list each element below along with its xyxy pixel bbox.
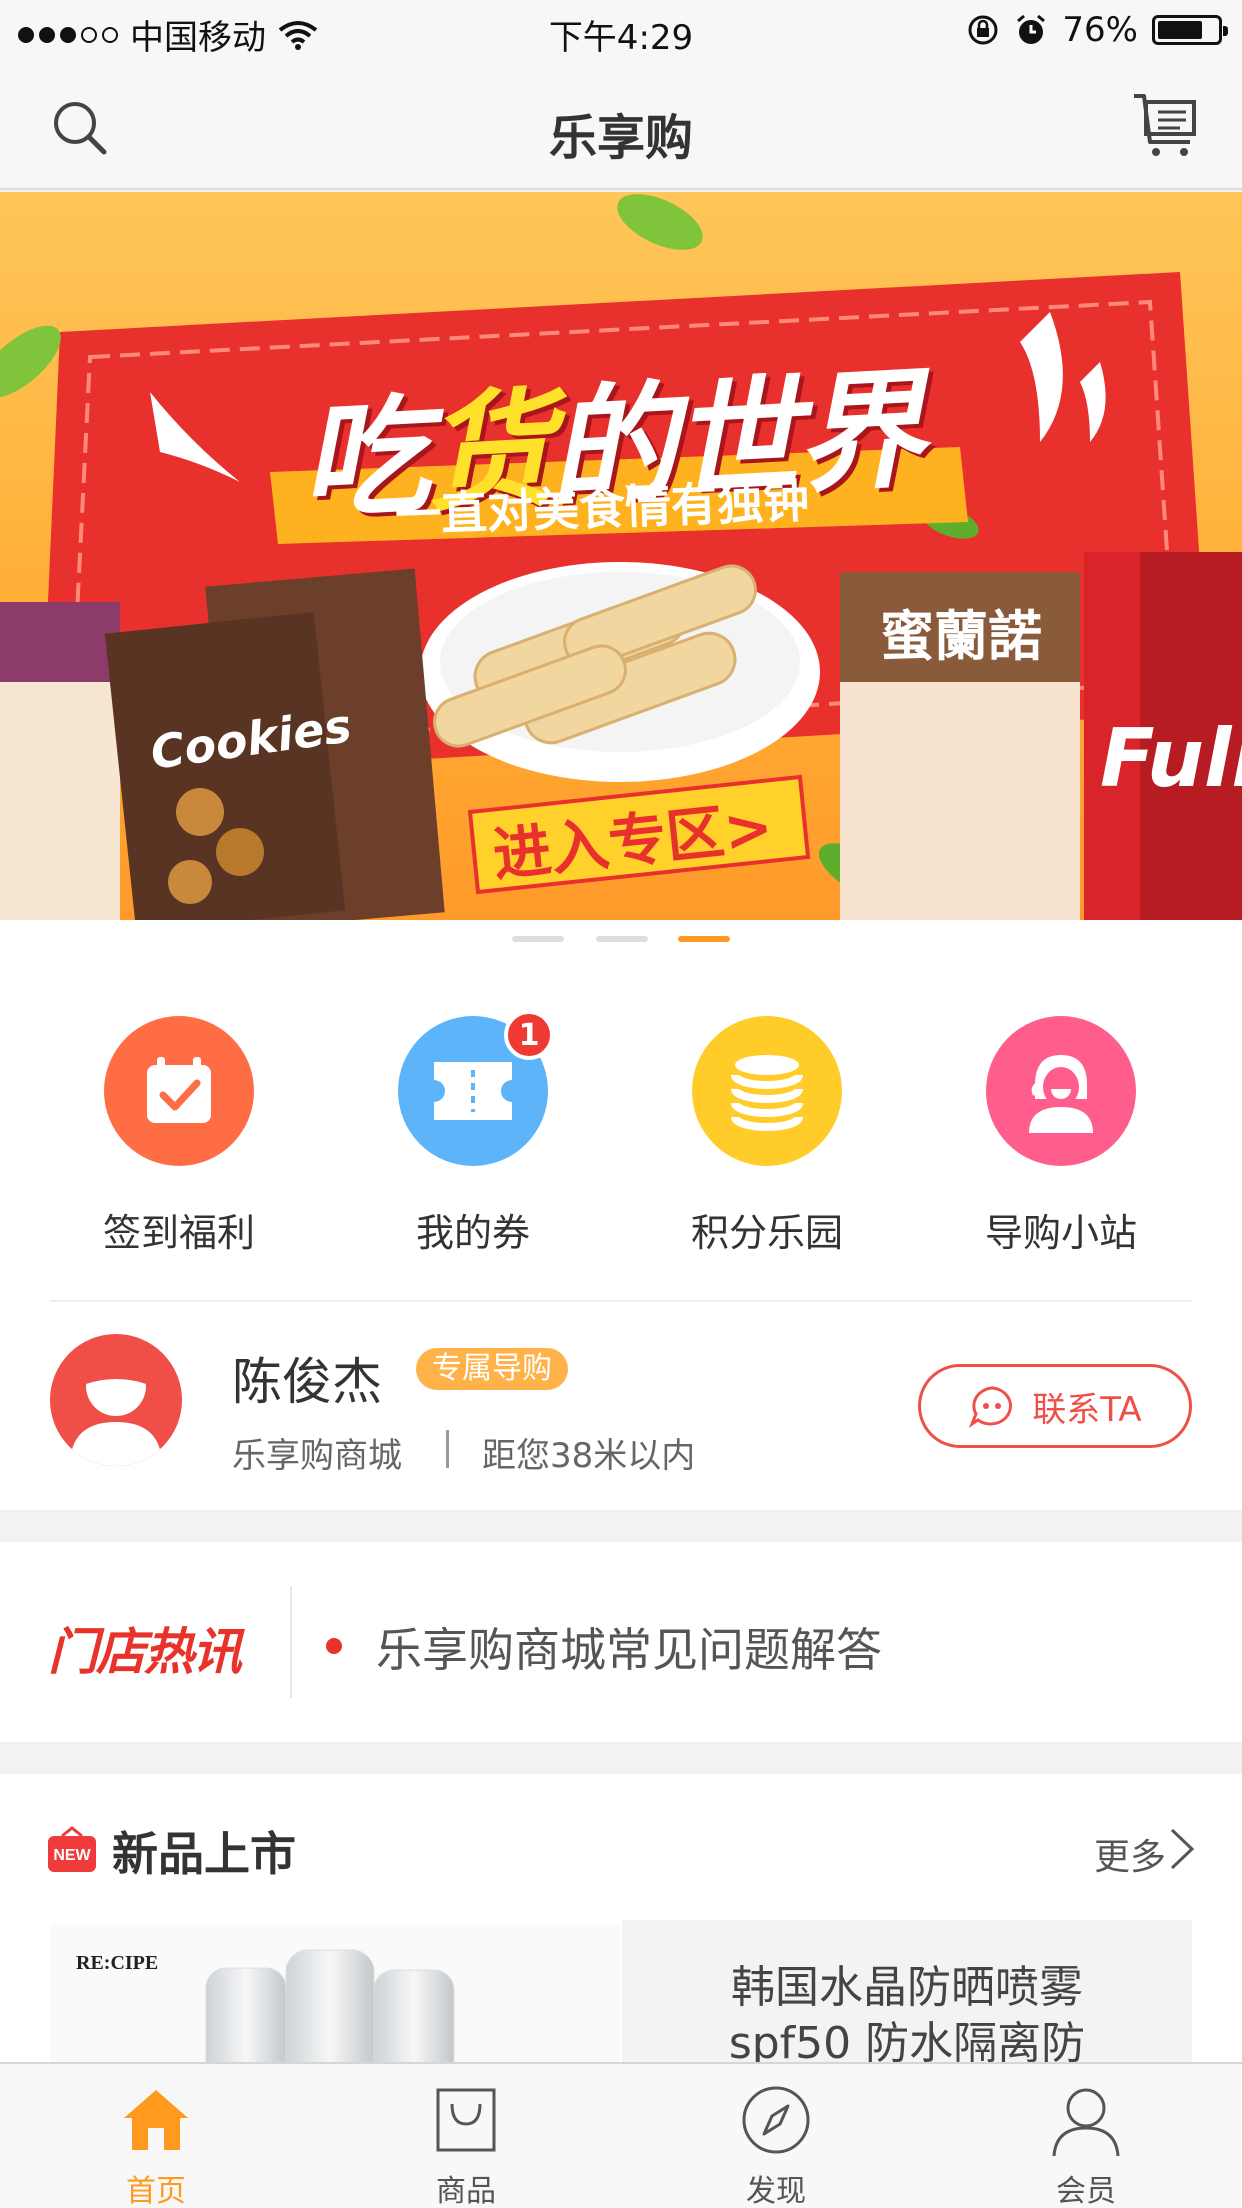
menu-guide-station[interactable]: 导购小站: [946, 1016, 1176, 1257]
avatar-person-icon: [70, 1354, 162, 1466]
page-title: 乐享购: [548, 110, 693, 166]
user-icon: [1052, 2088, 1120, 2157]
guide-distance: 距您38米以内: [482, 1436, 696, 1476]
status-bar: 中国移动 下午4:29 76%: [0, 0, 1242, 62]
tab-bar: 首页 商品 发现 会员: [0, 2062, 1242, 2208]
tab-products-label: 商品: [436, 2174, 496, 2208]
rotation-lock-icon: [968, 15, 998, 45]
guide-store: 乐享购商城: [232, 1436, 402, 1476]
promo-banner[interactable]: 吃货的世界 一直对美食情有独钟 进入专区> 蜜蘭諾 Cookies Full: [0, 192, 1242, 920]
tab-home-label: 首页: [126, 2174, 186, 2208]
cart-icon[interactable]: [1130, 90, 1200, 160]
battery-icon: [1152, 15, 1228, 45]
news-headline[interactable]: 乐享购商城常见问题解答: [376, 1614, 882, 1680]
menu-checkin-label: 签到福利: [102, 1211, 255, 1255]
bag-icon: [436, 2088, 496, 2152]
menu-guide-label: 导购小站: [984, 1211, 1137, 1255]
banner-brand-label-1: 蜜蘭諾: [880, 605, 1042, 668]
store-news-bar[interactable]: 门店热讯 乐享购商城常见问题解答: [0, 1542, 1242, 1742]
carousel-dot-2[interactable]: [596, 936, 648, 942]
new-products-title: 新品上市: [112, 1827, 296, 1881]
home-icon: [124, 2090, 188, 2150]
menu-checkin-circle: [104, 1016, 254, 1166]
tab-discover-label: 发现: [746, 2174, 806, 2208]
coupon-count-badge: 1: [504, 1010, 554, 1060]
menu-my-coupons[interactable]: 1 我的券: [358, 1010, 588, 1257]
tab-discover[interactable]: 发现: [686, 2082, 866, 2208]
guide-info-separator: [446, 1430, 449, 1468]
banner-brand-label-3: Full: [1100, 712, 1242, 805]
guide-exclusive-tag: 专属导购: [416, 1348, 568, 1390]
menu-points-circle: [692, 1016, 842, 1166]
menu-guide-circle: [986, 1016, 1136, 1166]
menu-points-park[interactable]: 积分乐园: [652, 1016, 882, 1257]
news-separator: [290, 1586, 292, 1698]
guide-name: 陈俊杰: [232, 1353, 382, 1411]
chevron-right-icon[interactable]: [1164, 1826, 1198, 1872]
carousel-indicator: [0, 936, 1242, 946]
news-bullet: [326, 1638, 342, 1654]
tab-member[interactable]: 会员: [996, 2082, 1176, 2208]
ticket-icon: [434, 1062, 512, 1120]
menu-coupons-label: 我的券: [415, 1211, 530, 1255]
app-screen: 中国移动 下午4:29 76% 乐享购 吃货的世界 一直对美食情有独钟 进入专区…: [0, 0, 1242, 2208]
tab-products[interactable]: 商品: [376, 2082, 556, 2208]
menu-coupons-circle: 1: [398, 1010, 554, 1166]
product-brand: RE:CIPE: [76, 1952, 159, 1974]
status-right: 76%: [966, 10, 1228, 50]
calendar-check-icon: [147, 1057, 211, 1123]
section-divider: [50, 1300, 1192, 1302]
product-name: 韩国水晶防晒喷雾 spf50 防水隔离防: [662, 1960, 1152, 2072]
battery-fill: [1158, 21, 1203, 39]
guide-girl-icon: [1029, 1055, 1093, 1133]
contact-guide-button[interactable]: 联系TA: [918, 1364, 1192, 1448]
compass-icon: [742, 2086, 810, 2154]
carousel-dot-3[interactable]: [678, 936, 730, 942]
more-link[interactable]: 更多: [1094, 1828, 1166, 1880]
carousel-dot-1[interactable]: [512, 936, 564, 942]
chat-bubble-icon: [969, 1386, 1013, 1428]
navigation-bar: 乐享购: [0, 62, 1242, 190]
coins-icon: [731, 1055, 803, 1131]
guide-avatar[interactable]: [50, 1334, 182, 1466]
product-name-line1: 韩国水晶防晒喷雾: [731, 1962, 1083, 2013]
menu-points-label: 积分乐园: [690, 1211, 843, 1255]
new-tag-icon: NEW: [48, 1826, 96, 1872]
store-news-logo: 门店热讯: [48, 1623, 242, 1681]
contact-guide-label: 联系TA: [1032, 1389, 1142, 1430]
tab-member-label: 会员: [1056, 2174, 1116, 2208]
battery-percent: 76%: [1062, 10, 1138, 50]
alarm-icon: [1017, 14, 1046, 44]
menu-checkin-bonus[interactable]: 签到福利: [64, 1016, 294, 1257]
new-tag-text: NEW: [53, 1847, 91, 1864]
tab-home[interactable]: 首页: [66, 2082, 246, 2208]
